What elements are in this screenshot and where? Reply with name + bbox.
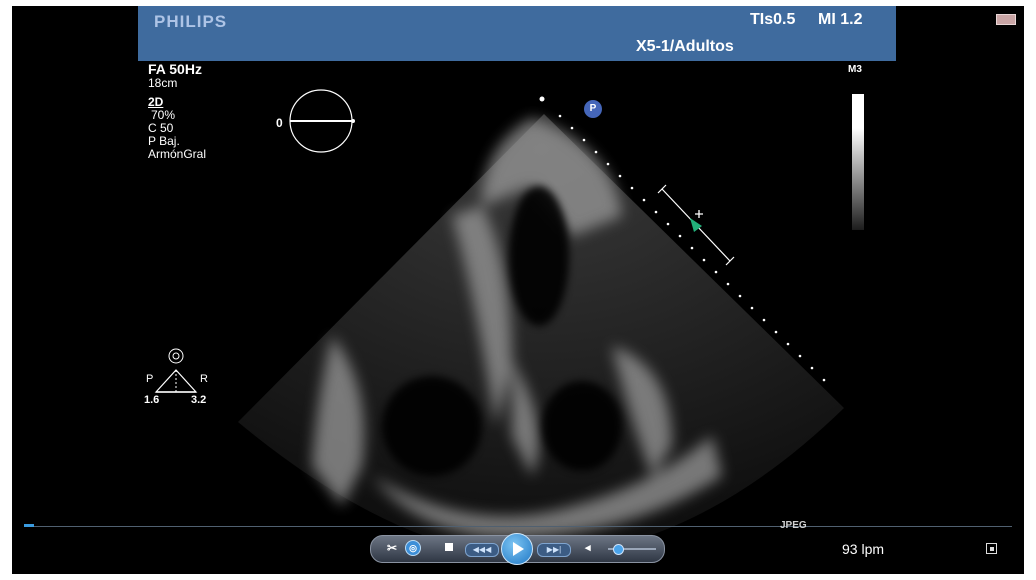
- orientation-angle: 0: [276, 116, 283, 130]
- ultrasound-viewer: PHILIPS TIs0.5 MI 1.2 X5-1/Adultos FA 50…: [12, 6, 1024, 574]
- triplane-icon: [154, 348, 198, 393]
- left-atrium-cavity: [382, 376, 482, 476]
- triplane-left-value: 1.6: [144, 394, 160, 406]
- probe-preset: X5-1/Adultos: [636, 38, 734, 55]
- format-label: JPEG: [780, 520, 807, 531]
- slow-button[interactable]: ◀◀◀: [465, 543, 499, 557]
- left-ventricle-cavity: [509, 186, 569, 326]
- acquisition-params: FA 50Hz 18cm 2D 70% C 50 P Baj. ArmónGra…: [148, 62, 206, 161]
- header-bar: PHILIPS TIs0.5 MI 1.2 X5-1/Adultos: [138, 6, 896, 61]
- timeline-progress[interactable]: [24, 524, 34, 527]
- heart-rate: 93 lpm: [842, 541, 885, 557]
- triplane-r-label: R: [200, 373, 208, 385]
- depth: 18cm: [148, 76, 178, 90]
- flag-icon[interactable]: [996, 14, 1016, 25]
- brand-logo: PHILIPS: [154, 12, 228, 31]
- triplane-p-label: P: [146, 373, 154, 385]
- stop-button[interactable]: [445, 543, 453, 551]
- harmonic: ArmónGral: [148, 147, 207, 161]
- apex-marker-dot: [539, 96, 545, 102]
- volume-icon[interactable]: ◂: [585, 541, 591, 554]
- tis-value: TIs0.5: [750, 11, 796, 28]
- orientation-circle: [289, 89, 355, 153]
- volume-knob[interactable]: [612, 544, 624, 555]
- probe-marker-icon: P: [584, 100, 602, 118]
- fast-button[interactable]: ▶▶|: [537, 543, 571, 557]
- play-button[interactable]: [501, 533, 533, 565]
- timeline-track[interactable]: [24, 526, 1012, 527]
- expand-icon[interactable]: [986, 543, 997, 554]
- mi-value: MI 1.2: [818, 11, 863, 28]
- scissors-icon[interactable]: ✂: [387, 541, 397, 555]
- triplane-right-value: 3.2: [191, 394, 207, 406]
- map-label: M3: [848, 64, 862, 75]
- right-atrium-cavity: [542, 381, 622, 471]
- player-controls: ✂ ◎ ◀◀◀ ▶▶| ◂: [370, 533, 665, 565]
- frame-rate: FA 50Hz: [148, 61, 202, 77]
- grayscale-bar: [852, 94, 864, 230]
- settings-icon[interactable]: ◎: [405, 540, 421, 556]
